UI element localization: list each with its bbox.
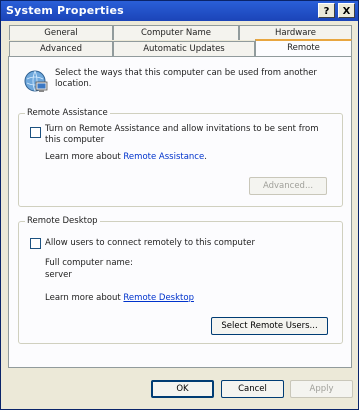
window-title: System Properties: [6, 4, 124, 17]
system-properties-window: System Properties ? X General Computer N…: [0, 0, 359, 410]
full-computer-name-value: server: [45, 270, 72, 280]
remote-desktop-group: Remote Desktop Allow users to connect re…: [18, 216, 343, 344]
remote-assistance-group: Remote Assistance Turn on Remote Assista…: [18, 108, 343, 207]
close-button[interactable]: X: [338, 3, 355, 18]
learn-more-prefix: Learn more about: [45, 293, 124, 303]
remote-assistance-learn-more: Learn more about Remote Assistance.: [45, 152, 207, 162]
apply-button[interactable]: Apply: [290, 380, 353, 398]
help-button[interactable]: ?: [318, 3, 335, 18]
remote-tab-panel: Select the ways that this computer can b…: [8, 56, 352, 368]
learn-more-prefix: Learn more about: [45, 152, 124, 162]
intro-text: Select the ways that this computer can b…: [55, 68, 317, 89]
select-remote-users-button[interactable]: Select Remote Users...: [211, 317, 328, 335]
remote-desktop-checkbox[interactable]: [30, 238, 41, 249]
computer-network-icon: [22, 68, 50, 96]
remote-desktop-link[interactable]: Remote Desktop: [123, 293, 194, 303]
tab-computer-name[interactable]: Computer Name: [113, 25, 239, 40]
tab-automatic-updates[interactable]: Automatic Updates: [113, 41, 255, 56]
remote-desktop-checkbox-label[interactable]: Allow users to connect remotely to this …: [45, 238, 335, 249]
remote-desktop-learn-more: Learn more about Remote Desktop: [45, 293, 194, 303]
tab-hardware[interactable]: Hardware: [239, 25, 352, 40]
cancel-button[interactable]: Cancel: [221, 380, 284, 398]
remote-desktop-group-label: Remote Desktop: [25, 216, 100, 226]
ok-button[interactable]: OK: [151, 380, 214, 398]
title-bar[interactable]: System Properties ? X: [1, 1, 358, 21]
tab-advanced[interactable]: Advanced: [9, 41, 113, 56]
advanced-button[interactable]: Advanced...: [249, 177, 327, 195]
learn-more-suffix: .: [204, 152, 207, 162]
remote-assistance-link[interactable]: Remote Assistance: [123, 152, 204, 162]
remote-assistance-checkbox[interactable]: [30, 127, 41, 138]
full-computer-name-label: Full computer name:: [45, 258, 133, 268]
remote-assistance-checkbox-label[interactable]: Turn on Remote Assistance and allow invi…: [45, 124, 335, 146]
tab-remote[interactable]: Remote: [255, 39, 352, 56]
tab-general[interactable]: General: [9, 25, 113, 40]
remote-assistance-group-label: Remote Assistance: [25, 108, 110, 118]
